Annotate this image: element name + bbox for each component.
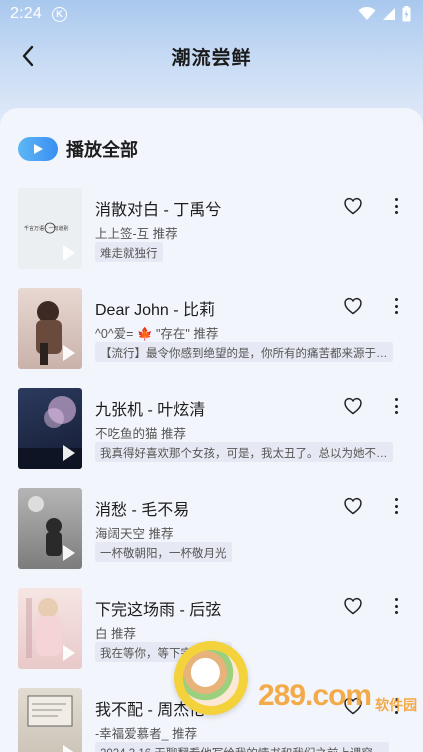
heart-icon[interactable] (343, 396, 363, 416)
song-recommender: ^0^爱= 🍁 "存在" 推荐 (95, 327, 219, 341)
song-recommender: 上上签-互 推荐 (95, 227, 178, 241)
list-item[interactable]: 九张机 - 叶炫清 不吃鱼的猫 推荐 我真得好喜欢那个女孩，可是，我太丑了。总以… (0, 388, 423, 488)
play-icon (63, 445, 75, 461)
song-recommender: 白 推荐 (95, 627, 136, 641)
heart-icon[interactable] (343, 596, 363, 616)
song-title: 下完这场雨 - 后弦 (95, 602, 222, 619)
back-button[interactable] (14, 42, 42, 70)
now-playing-cover (183, 650, 239, 706)
song-tag: 我真得好喜欢那个女孩，可是，我太丑了。总以为她不… (95, 442, 393, 462)
list-item[interactable]: 消愁 - 毛不易 海阔天空 推荐 一杯敬朝阳，一杯敬月光 (0, 488, 423, 588)
play-icon (63, 345, 75, 361)
more-icon[interactable] (390, 296, 402, 316)
song-tag: 【流行】最令你感到绝望的是，你所有的痛苦都来源于… (95, 342, 393, 362)
play-icon (63, 645, 75, 661)
status-bar: 2:24 K (0, 0, 423, 28)
song-recommender: 海阔天空 推荐 (95, 527, 174, 541)
song-title: Dear John - 比莉 (95, 302, 216, 319)
song-title: 消愁 - 毛不易 (95, 502, 190, 519)
now-playing-disc[interactable] (174, 641, 248, 715)
play-icon (63, 545, 75, 561)
song-title: 消散对白 - 丁禹兮 (95, 202, 222, 219)
song-recommender: 不吃鱼的猫 推荐 (95, 427, 186, 441)
more-icon[interactable] (390, 196, 402, 216)
watermark-text: 289.com (258, 679, 372, 712)
chevron-left-icon (22, 45, 34, 67)
more-icon[interactable] (390, 596, 402, 616)
song-tag: 一杯敬朝阳，一杯敬月光 (95, 542, 232, 562)
more-icon[interactable] (390, 396, 402, 416)
play-all-button[interactable]: 播放全部 (18, 134, 138, 164)
song-recommender: -幸福爱慕者_ 推荐 (95, 727, 198, 741)
more-icon[interactable] (390, 496, 402, 516)
page-title: 潮流尝鲜 (171, 47, 252, 69)
wifi-icon (358, 7, 376, 20)
song-cover[interactable] (18, 488, 82, 569)
heart-icon[interactable] (343, 496, 363, 516)
watermark-logo: 289.com 软件园 (258, 676, 418, 716)
song-cover[interactable] (18, 388, 82, 469)
top-bar: 潮流尝鲜 (0, 36, 423, 76)
status-time: 2:24 (10, 5, 42, 22)
song-tag: 难走就独行 (95, 242, 163, 262)
watermark-sub: 软件园 (375, 697, 418, 713)
song-tag: 2024.3.16 无聊翻看他写给我的情书和我们之前上课穿… (95, 742, 390, 752)
list-item[interactable]: Dear John - 比莉 ^0^爱= 🍁 "存在" 推荐 【流行】最令你感到… (0, 288, 423, 388)
battery-charging-icon (402, 6, 411, 22)
song-title: 九张机 - 叶炫清 (95, 402, 206, 419)
play-icon (18, 137, 58, 161)
k-badge-icon: K (51, 6, 67, 22)
signal-icon (383, 8, 395, 20)
list-item[interactable]: 千言万语 · 一句道别 消散对白 - 丁禹兮 上上签-互 推荐 难走就独行 (0, 188, 423, 288)
heart-icon[interactable] (343, 196, 363, 216)
play-icon (63, 745, 75, 752)
song-cover[interactable] (18, 688, 82, 752)
song-cover[interactable]: 千言万语 · 一句道别 (18, 188, 82, 269)
song-cover[interactable] (18, 588, 82, 669)
play-icon (63, 245, 75, 261)
play-all-label: 播放全部 (66, 140, 138, 160)
song-cover[interactable] (18, 288, 82, 369)
status-icons (358, 6, 411, 22)
heart-icon[interactable] (343, 296, 363, 316)
